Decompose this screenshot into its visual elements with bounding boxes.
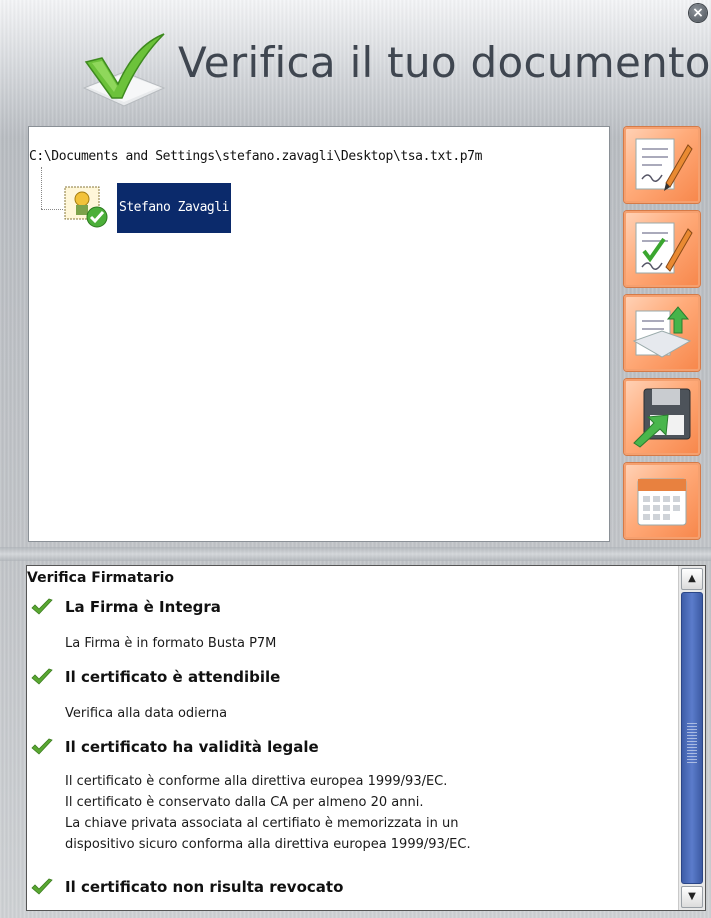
window-title: Verifica il tuo documento [178,38,711,87]
result-item-detail: Il certificato è conforme alla direttiva… [65,774,448,789]
save-button[interactable] [624,379,700,455]
scroll-down-button[interactable]: ▼ [681,886,703,908]
check-icon [31,668,53,685]
close-button[interactable]: × [689,4,707,22]
results-content: Verifica Firmatario La Firma è Integra L… [27,566,677,910]
result-item-detail: dispositivo sicuro conforma alla diretti… [65,837,471,852]
result-item-title: Il certificato ha validità legale [65,738,319,756]
close-icon: × [692,5,704,21]
check-icon [31,598,53,615]
verification-results: Verifica Firmatario La Firma è Integra L… [26,565,706,911]
result-item-title: Il certificato non risulta revocato [65,878,344,896]
save-icon [633,388,691,448]
calendar-icon [637,478,687,526]
document-tree[interactable]: C:\Documents and Settings\stefano.zavagl… [28,126,610,542]
results-heading: Verifica Firmatario [27,570,175,586]
result-item-detail: Il certificato è conservato dalla CA per… [65,795,424,810]
certificate-ok-icon[interactable] [63,183,109,229]
result-item-detail: La Firma è in formato Busta P7M [65,636,277,651]
pane-divider[interactable] [0,547,711,561]
file-path: C:\Documents and Settings\stefano.zavagl… [29,149,483,164]
tree-connector [41,167,42,209]
scroll-up-button[interactable]: ▲ [681,568,703,590]
extract-document-icon [632,306,692,358]
verify-signature-icon [635,222,693,274]
scroll-thumb[interactable] [681,592,703,884]
scroll-grip [687,723,697,763]
verify-signature-button[interactable] [624,211,700,287]
result-item-detail: Verifica alla data odierna [65,706,228,721]
vertical-scrollbar[interactable]: ▲ ▼ [678,566,705,910]
check-icon [31,878,53,895]
result-item-detail: La chiave privata associata al certifiat… [65,816,459,831]
sign-document-button[interactable] [624,127,700,203]
result-item-title: Il certificato è attendibile [65,668,281,686]
extract-document-button[interactable] [624,295,700,371]
tree-connector [41,209,63,210]
check-icon [31,738,53,755]
sign-document-icon [635,138,693,191]
calendar-button[interactable] [624,463,700,539]
result-item-title: La Firma è Integra [65,598,221,616]
signer-node[interactable]: Stefano Zavagli [117,183,231,233]
checkmark-logo-icon [82,33,166,107]
